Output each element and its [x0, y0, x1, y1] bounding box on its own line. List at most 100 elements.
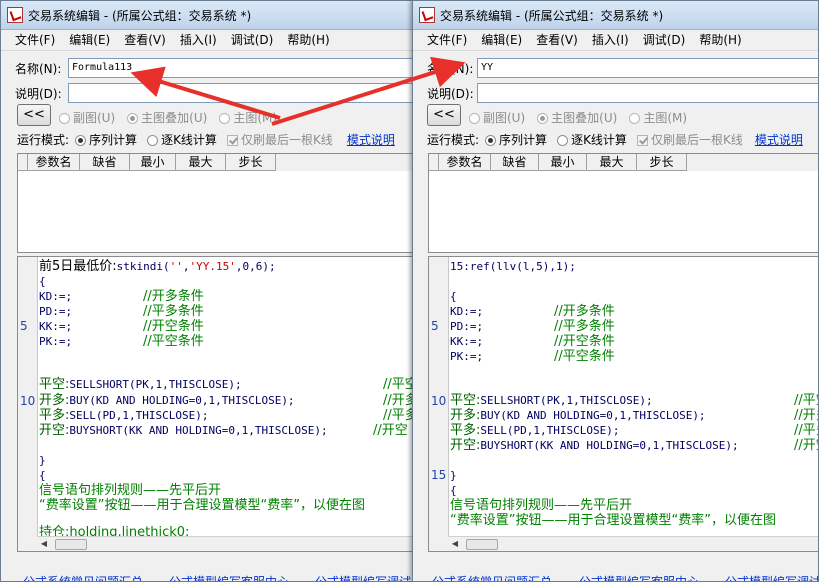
- menu-help[interactable]: 帮助(H): [280, 30, 336, 50]
- code-line: 开空:BUYSHORT(KK AND HOLDING=0,1,THISCLOSE…: [450, 438, 818, 453]
- code-line: KK:=;//开空条件: [450, 334, 615, 349]
- title-bar[interactable]: 交易系统编辑 - (所属公式组：交易系统 *): [1, 1, 419, 30]
- line-number: 5: [20, 319, 28, 333]
- line-number: 10: [431, 394, 447, 408]
- menu-help[interactable]: 帮助(H): [692, 30, 748, 50]
- name-label: 名称(N):: [427, 62, 474, 76]
- app-icon: [419, 7, 435, 23]
- code-line: PD:=;//平多条件: [450, 319, 615, 334]
- column-max: 最大: [176, 154, 226, 171]
- collapse-button[interactable]: <<: [17, 104, 51, 126]
- menu-file[interactable]: 文件(F): [413, 30, 474, 50]
- code-line: {: [450, 484, 457, 497]
- scroll-thumb[interactable]: [55, 539, 87, 550]
- column-step: 步长: [637, 154, 687, 171]
- option-subchart[interactable]: 副图(U): [59, 109, 115, 126]
- window-title: 交易系统编辑 - (所属公式组：交易系统 *): [440, 8, 664, 23]
- line-number: 15: [431, 468, 447, 482]
- radio-icon: [629, 113, 641, 124]
- radio-icon: [219, 113, 231, 124]
- code-line: KD:=;//开多条件: [39, 289, 204, 304]
- menu-edit[interactable]: 编辑(E): [62, 30, 117, 50]
- collapse-button[interactable]: <<: [427, 104, 461, 126]
- window-title: 交易系统编辑 - (所属公式组：交易系统 *): [28, 8, 252, 23]
- menu-edit[interactable]: 编辑(E): [474, 30, 529, 50]
- service-center-link[interactable]: 公式模型编写客服中心: [169, 573, 289, 581]
- column-param-name: 参数名: [28, 154, 80, 171]
- menu-view[interactable]: 查看(V): [529, 30, 585, 50]
- only-last-bar-checkbox[interactable]: 仅刷最后一根K线: [226, 131, 333, 148]
- only-last-bar-checkbox[interactable]: 仅刷最后一根K线: [636, 131, 743, 148]
- option-main-overlay[interactable]: 主图叠加(U): [537, 109, 617, 126]
- debug-link[interactable]: 公式模型编写调试: [315, 573, 411, 581]
- formula-editor-window-right: 交易系统编辑 - (所属公式组：交易系统 *) 文件(F) 编辑(E) 查看(V…: [412, 0, 819, 582]
- mode-help-link[interactable]: 模式说明: [347, 131, 395, 148]
- radio-icon: [127, 113, 139, 124]
- description-input[interactable]: [68, 83, 419, 103]
- menu-view[interactable]: 查看(V): [117, 30, 173, 50]
- menu-file[interactable]: 文件(F): [1, 30, 62, 50]
- line-number: 10: [20, 394, 36, 408]
- run-sequence-option[interactable]: 序列计算: [75, 131, 137, 148]
- code-line: {: [39, 469, 46, 482]
- radio-icon: [485, 135, 497, 146]
- run-mode-row: 运行模式: 序列计算 逐K线计算 仅刷最后一根K线 模式说明: [1, 131, 419, 148]
- menu-debug[interactable]: 调试(D): [636, 30, 693, 50]
- menu-insert[interactable]: 插入(I): [585, 30, 636, 50]
- code-line: 平多:SELL(PD,1,THISCLOSE);//平多: [39, 408, 418, 423]
- column-default: 缺省: [491, 154, 539, 171]
- mode-help-link[interactable]: 模式说明: [755, 131, 803, 148]
- option-main-chart[interactable]: 主图(M): [219, 109, 277, 126]
- column-step: 步长: [226, 154, 276, 171]
- radio-icon: [537, 113, 549, 124]
- name-input[interactable]: Formula113: [68, 58, 419, 78]
- column-max: 最大: [587, 154, 637, 171]
- code-line: }: [450, 469, 457, 482]
- name-input[interactable]: YY: [477, 58, 818, 78]
- parameter-table[interactable]: 参数名 缺省 最小 最大 步长: [17, 153, 419, 253]
- scroll-thumb[interactable]: [466, 539, 498, 550]
- option-main-chart[interactable]: 主图(M): [629, 109, 687, 126]
- code-line: {: [450, 290, 457, 303]
- code-editor[interactable]: 5 10 前5日最低价:stkindi('','YY.15',0,6); { K…: [17, 256, 419, 552]
- option-main-overlay[interactable]: 主图叠加(U): [127, 109, 207, 126]
- title-bar[interactable]: 交易系统编辑 - (所属公式组：交易系统 *): [413, 1, 818, 30]
- menu-insert[interactable]: 插入(I): [173, 30, 224, 50]
- code-line: 开多:BUY(KD AND HOLDING=0,1,THISCLOSE);//开…: [39, 393, 418, 408]
- line-number: 5: [431, 319, 439, 333]
- menu-bar: 文件(F) 编辑(E) 查看(V) 插入(I) 调试(D) 帮助(H): [1, 30, 419, 51]
- scroll-left-icon[interactable]: ◀: [37, 537, 51, 550]
- code-line: “费率设置”按钮——用于合理设置模型“费率”，以便在图: [450, 513, 776, 528]
- code-line: KD:=;//开多条件: [450, 304, 615, 319]
- run-per-bar-option[interactable]: 逐K线计算: [557, 131, 627, 148]
- scroll-left-icon[interactable]: ◀: [448, 537, 462, 550]
- chart-type-options: 副图(U) 主图叠加(U) 主图(M): [469, 109, 818, 126]
- run-per-bar-option[interactable]: 逐K线计算: [147, 131, 217, 148]
- horizontal-scrollbar[interactable]: ◀: [37, 536, 419, 551]
- chart-type-options: 副图(U) 主图叠加(U) 主图(M): [59, 109, 419, 126]
- faq-link[interactable]: 公式系统常见问题汇总: [23, 573, 143, 581]
- code-line: “费率设置”按钮——用于合理设置模型“费率”，以便在图: [39, 498, 365, 513]
- description-input[interactable]: [477, 83, 818, 103]
- parameter-table-header: 参数名 缺省 最小 最大 步长: [18, 154, 419, 171]
- code-line: 平多:SELL(PD,1,THISCLOSE);//平多: [450, 423, 818, 438]
- description-label: 说明(D):: [15, 87, 62, 101]
- service-center-link[interactable]: 公式模型编写客服中心: [579, 573, 699, 581]
- run-sequence-option[interactable]: 序列计算: [485, 131, 547, 148]
- code-line: 信号语句排列规则——先平后开: [39, 483, 222, 498]
- code-line: {: [39, 275, 46, 288]
- code-line: 平空:SELLSHORT(PK,1,THISCLOSE);//平空: [39, 377, 418, 392]
- code-line: 开空:BUYSHORT(KK AND HOLDING=0,1,THISCLOSE…: [39, 423, 408, 438]
- code-line: 平空:SELLSHORT(PK,1,THISCLOSE);//平空: [450, 393, 818, 408]
- code-line: 15:ref(llv(l,5),1);: [450, 260, 576, 273]
- option-subchart[interactable]: 副图(U): [469, 109, 525, 126]
- debug-link[interactable]: 公式模型编写调试: [725, 573, 818, 581]
- code-editor[interactable]: 5 10 15 15:ref(llv(l,5),1); { KD:=;//开多条…: [428, 256, 818, 552]
- horizontal-scrollbar[interactable]: ◀: [448, 536, 818, 551]
- parameter-table[interactable]: 参数名 缺省 最小 最大 步长: [428, 153, 818, 253]
- code-line: }: [39, 454, 46, 467]
- faq-link[interactable]: 公式系统常见问题汇总: [432, 573, 552, 581]
- menu-debug[interactable]: 调试(D): [224, 30, 281, 50]
- code-line: PD:=;//平多条件: [39, 304, 204, 319]
- formula-editor-window-left: 交易系统编辑 - (所属公式组：交易系统 *) 文件(F) 编辑(E) 查看(V…: [0, 0, 420, 582]
